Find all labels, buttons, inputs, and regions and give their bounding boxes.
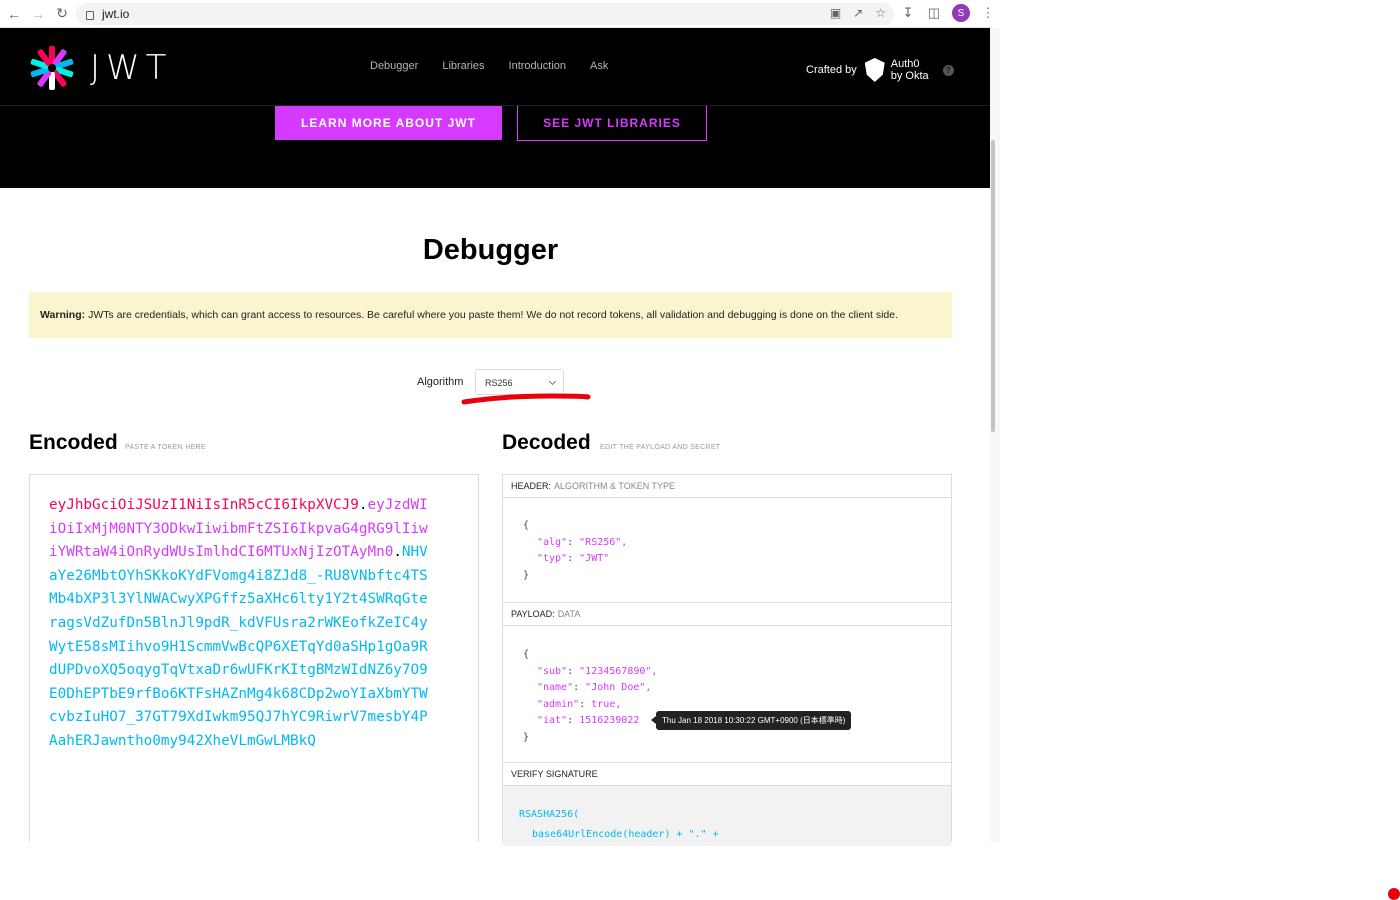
top-nav: Debugger Libraries Introduction Ask bbox=[370, 60, 608, 72]
warning-label: Warning: bbox=[40, 309, 86, 321]
header-label: HEADER: bbox=[511, 481, 552, 491]
jwt-logo[interactable]: JWT bbox=[28, 44, 172, 92]
signature-func: RSASHA256( bbox=[519, 809, 580, 820]
decoded-title: Decoded bbox=[502, 431, 591, 454]
brand-line1: Auth0 bbox=[890, 58, 920, 70]
json-brace: { bbox=[523, 649, 530, 660]
json-value: "RS256", bbox=[579, 536, 628, 548]
red-underline-annotation bbox=[461, 393, 591, 405]
logo-text: JWT bbox=[90, 48, 173, 88]
json-brace: } bbox=[523, 569, 530, 581]
json-key: "typ" bbox=[537, 553, 568, 564]
iat-date-tooltip: Thu Jan 18 2018 10:30:22 GMT+0900 (日本標準時… bbox=[650, 711, 852, 730]
see-libraries-button[interactable]: SEE JWT LIBRARIES bbox=[517, 106, 707, 141]
json-value: "JWT" bbox=[579, 553, 610, 564]
bookmark-star-icon[interactable]: ☆ bbox=[875, 6, 886, 20]
scrollbar-thumb[interactable] bbox=[991, 140, 995, 432]
menu-kebab-icon[interactable]: ⋮ bbox=[980, 5, 996, 21]
recording-indicator bbox=[1388, 888, 1400, 900]
json-brace: } bbox=[523, 731, 530, 743]
decoded-subtitle: EDIT THE PAYLOAD AND SECRET bbox=[600, 444, 721, 451]
browser-toolbar: ← → ↻ jwt.io ▣ ↗ ☆ ↧ ◫ S ⋮ bbox=[0, 0, 995, 28]
signature-editor[interactable]: RSASHA256( base64UrlEncode(header) + "."… bbox=[503, 786, 951, 846]
hero-section: LEARN MORE ABOUT JWT SEE JWT LIBRARIES bbox=[0, 106, 990, 188]
json-key: "alg" bbox=[537, 536, 568, 548]
verify-label: VERIFY SIGNATURE bbox=[511, 769, 598, 779]
json-value: "1234567890", bbox=[579, 665, 658, 677]
encoded-title: Encoded bbox=[29, 431, 118, 454]
nav-ask[interactable]: Ask bbox=[590, 60, 608, 72]
json-value: "John Doe", bbox=[585, 682, 652, 693]
iat-value[interactable]: 1516239022 bbox=[579, 715, 639, 726]
token-signature: NHVaYe26MbtOYhSKkoKYdFVomg4i8ZJd8_-RU8VN… bbox=[49, 544, 428, 749]
download-icon[interactable]: ↧ bbox=[900, 5, 916, 21]
brand-line2: by Okta bbox=[890, 70, 929, 82]
payload-sublabel: DATA bbox=[557, 609, 581, 619]
url-text: jwt.io bbox=[102, 7, 130, 21]
translate-icon[interactable]: ▣ bbox=[830, 6, 841, 20]
verify-section-title: VERIFY SIGNATURE bbox=[503, 763, 951, 786]
json-brace: { bbox=[523, 520, 530, 531]
json-value: true, bbox=[591, 698, 622, 710]
back-icon[interactable]: ← bbox=[4, 4, 24, 24]
crafted-label: Crafted by bbox=[806, 64, 857, 76]
forward-icon[interactable]: → bbox=[28, 4, 48, 24]
payload-json-editor[interactable]: { "sub": "1234567890", "name": "John Doe… bbox=[503, 626, 951, 763]
algorithm-label: Algorithm bbox=[417, 376, 464, 388]
crafted-by[interactable]: Crafted by Auth0 by Okta ? bbox=[806, 58, 954, 82]
jwt-logo-icon bbox=[28, 44, 76, 92]
nav-debugger[interactable]: Debugger bbox=[370, 60, 418, 72]
signature-line: base64UrlEncode(header) + "." + bbox=[532, 829, 719, 840]
site-header: JWT Debugger Libraries Introduction Ask … bbox=[0, 28, 990, 106]
encoded-subtitle: PASTE A TOKEN HERE bbox=[125, 444, 206, 451]
json-key: "admin" bbox=[537, 698, 580, 710]
json-key: "iat" bbox=[537, 715, 568, 726]
warning-banner: Warning: JWTs are credentials, which can… bbox=[29, 292, 952, 338]
decoded-panel: HEADER: ALGORITHM & TOKEN TYPE { "alg": "… bbox=[502, 474, 952, 846]
share-icon[interactable]: ↗ bbox=[853, 6, 863, 20]
nav-introduction[interactable]: Introduction bbox=[509, 60, 566, 72]
token-dot: . bbox=[393, 544, 402, 561]
payload-label: PAYLOAD: bbox=[511, 609, 555, 619]
learn-more-button[interactable]: LEARN MORE ABOUT JWT bbox=[275, 106, 502, 140]
nav-libraries[interactable]: Libraries bbox=[442, 60, 484, 72]
help-icon[interactable]: ? bbox=[942, 64, 954, 76]
address-bar[interactable]: jwt.io ▣ ↗ ☆ bbox=[76, 3, 894, 25]
header-json-editor[interactable]: { "alg": "RS256", "typ": "JWT" } bbox=[503, 498, 951, 603]
side-panel-icon[interactable]: ◫ bbox=[926, 5, 942, 21]
reload-icon[interactable]: ↻ bbox=[52, 4, 72, 24]
header-section-title: HEADER: ALGORITHM & TOKEN TYPE bbox=[503, 475, 951, 498]
algorithm-value: RS256 bbox=[485, 378, 513, 388]
header-sublabel: ALGORITHM & TOKEN TYPE bbox=[554, 481, 676, 491]
warning-text: JWTs are credentials, which can grant ac… bbox=[88, 309, 899, 321]
token-header: eyJhbGciOiJSUzI1NiIsInR5cCI6IkpXVCJ9 bbox=[49, 497, 359, 513]
json-key: "sub" bbox=[537, 665, 568, 677]
profile-avatar[interactable]: S bbox=[952, 4, 970, 22]
token-text: eyJhbGciOiJSUzI1NiIsInR5cCI6IkpXVCJ9.eyJ… bbox=[49, 494, 429, 754]
lock-icon bbox=[86, 10, 94, 20]
chevron-down-icon bbox=[548, 377, 557, 386]
page-title: Debugger bbox=[422, 234, 559, 266]
encoded-token-input[interactable]: eyJhbGciOiJSUzI1NiIsInR5cCI6IkpXVCJ9.eyJ… bbox=[29, 474, 479, 842]
auth0-shield-icon bbox=[864, 58, 885, 82]
payload-section-title: PAYLOAD: DATA bbox=[503, 603, 951, 626]
auth0-brand: Auth0 by Okta bbox=[891, 58, 929, 82]
json-key: "name" bbox=[537, 682, 574, 693]
